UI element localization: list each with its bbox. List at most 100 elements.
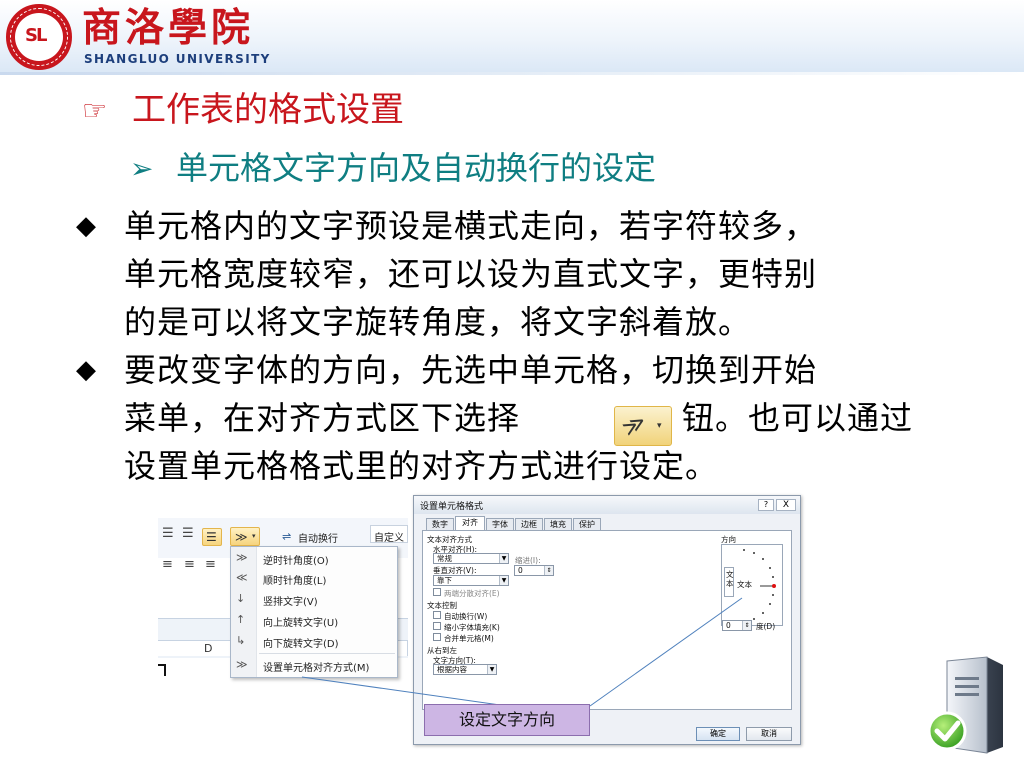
orientation-dial[interactable]: 文本 文本 [721,544,783,626]
menu-item-label: 向上旋转文字(U) [263,618,339,629]
degrees-spinner[interactable]: 0 ⇕ [722,620,752,631]
degrees-value: 0 [726,621,731,630]
vertical-value: 靠下 [437,576,452,585]
vertical-text-label: 文本 [726,570,734,588]
heading-1-text: 工作表的格式设置 [132,90,404,130]
menu-item-angle-clockwise[interactable]: ≪ 顺时针角度(L) [231,569,397,589]
tab-border[interactable]: 边框 [515,518,543,530]
text-direction-select[interactable]: 根据内容 ▼ [433,664,497,675]
menu-item-rotate-down[interactable]: ↳ 向下旋转文字(D) [231,632,397,652]
align-bottom-icon: ☰ [206,530,217,544]
heading-1: ☞ 工作表的格式设置 [82,88,404,132]
dialog-titlebar: 设置单元格格式 [414,496,800,514]
seal-mark: SL [25,25,47,46]
align-top-icon[interactable]: ☰ [162,526,174,541]
tab-protection[interactable]: 保护 [573,518,601,530]
align-left-icon[interactable]: ≡ [162,557,173,572]
menu-item-label: 顺时针角度(L) [263,576,327,587]
menu-item-label: 向下旋转文字(D) [263,639,339,650]
menu-item-label: 设置单元格对齐方式(M) [263,663,370,674]
text-orientation-icon: ≫ [235,530,248,544]
bullet-2-line-2b: 钮。也可以通过 [682,399,914,437]
university-seal-icon: SL [6,4,72,70]
menu-item-vertical-text[interactable]: ↓ 竖排文字(V) [231,590,397,610]
university-name-cn: 商洛學院 [82,5,255,51]
wrap-text-button[interactable]: 自动换行 [298,530,338,545]
university-name-en: SHANGLUO UNIVERSITY [84,52,271,66]
indent-value: 0 [518,566,523,575]
shrink-to-fit-label: 缩小字体填充(K) [444,623,500,632]
horizontal-text-label: 文本 [737,580,752,589]
horizontal-select[interactable]: 常规 ▼ [433,553,509,564]
diamond-bullet-icon: ◆ [76,211,96,241]
tab-fill[interactable]: 填充 [544,518,572,530]
tab-alignment[interactable]: 对齐 [455,516,485,531]
angle-clockwise-icon: ≪ [236,571,248,584]
menu-item-angle-counterclockwise[interactable]: ≫ 逆时针角度(O) [231,549,397,569]
help-button[interactable]: ? [758,499,774,511]
bullet-2-line-2a: 菜单，在对齐方式区下选择 [124,399,521,437]
degrees-label: 度(D) [756,622,776,631]
spinner-icon: ⇕ [544,566,553,575]
bullet-2-line-3: 设置单元格格式里的对齐方式进行设定。 [124,447,719,485]
align-center-icon[interactable]: ≡ [184,557,195,572]
header-divider [0,72,1024,75]
vertical-select[interactable]: 靠下 ▼ [433,575,509,586]
tab-font[interactable]: 字体 [486,518,514,530]
shrink-to-fit-checkbox[interactable] [433,622,441,630]
number-format-value: 自定义 [374,533,404,544]
cancel-button[interactable]: 取消 [746,727,792,741]
number-format-box[interactable]: 自定义 [370,525,408,544]
chevron-down-icon: ▾ [252,532,256,540]
set-text-direction-callout: 设定文字方向 [424,704,590,736]
wrap-text-icon: ⇌ [282,530,292,543]
cell-corner-mark [158,664,166,676]
text-control-heading: 文本控制 [427,601,457,610]
bullet-1: ◆ 单元格内的文字预设是横式走向，若字符较多， 单元格宽度较窄，还可以设为直式文… [76,202,976,352]
diamond-bullet-icon: ◆ [76,355,96,385]
seal-inner: SL [15,13,63,61]
indent-spinner[interactable]: 0 ⇕ [514,565,554,576]
menu-item-label: 竖排文字(V) [263,597,318,608]
tab-number[interactable]: 数字 [426,518,454,530]
arrow-bullet-icon: ➢ [130,151,154,185]
bullet-2: ◆ 要改变字体的方向，先选中单元格，切换到开始 菜单，在对齐方式区下选择 钮。也… [76,346,976,496]
column-d-header: D [204,642,213,655]
vertical-text-icon: ↓ [236,592,246,605]
spinner-icon: ⇕ [742,621,751,630]
merge-cells-label: 合并单元格(M) [444,634,494,643]
bullet-1-line-2: 单元格宽度较窄，还可以设为直式文字，更特别 [124,255,818,293]
horizontal-value: 常规 [437,554,452,563]
close-button[interactable]: X [776,499,796,511]
format-alignment-icon: ≫ [236,658,248,671]
menu-separator [259,653,395,654]
merge-cells-checkbox[interactable] [433,633,441,641]
dialog-title: 设置单元格格式 [420,502,484,512]
heading-2-text: 单元格文字方向及自动换行的设定 [176,149,657,187]
justify-distributed-checkbox[interactable] [433,588,441,596]
slide-header: SL 商洛學院 SHANGLUO UNIVERSITY [0,0,1024,72]
wrap-text-checkbox[interactable] [433,611,441,619]
menu-item-label: 逆时针角度(O) [263,556,329,567]
menu-item-rotate-up[interactable]: ↑ 向上旋转文字(U) [231,611,397,631]
chevron-down-icon: ▾ [657,421,662,431]
vertical-text-box[interactable]: 文本 [724,567,734,597]
angle-counterclockwise-icon: ≫ [236,551,248,564]
server-check-icon [927,656,1003,754]
align-middle-icon[interactable]: ☰ [182,526,194,541]
align-bottom-button[interactable]: ☰ [202,528,222,546]
wrap-text-label: 自动换行(W) [444,612,488,621]
heading-2: ➢ 单元格文字方向及自动换行的设定 [130,148,656,188]
ok-button[interactable]: 确定 [696,727,740,741]
orientation-button[interactable]: ≫ ▾ [230,527,260,546]
align-right-icon[interactable]: ≡ [205,557,216,572]
justify-distributed-label: 两端分散对齐(E) [444,589,500,598]
rotate-text-down-icon: ↳ [236,634,246,647]
menu-item-format-alignment[interactable]: ≫ 设置单元格对齐方式(M) [231,656,397,676]
bullet-1-line-3: 的是可以将文字旋转角度，将文字斜着放。 [124,303,752,341]
text-orientation-icon: ≫ ▾ [614,406,672,446]
rotate-text-up-icon: ↑ [236,613,246,626]
chevron-down-icon: ▼ [499,554,508,563]
chevron-down-icon: ▼ [487,665,496,674]
bullet-1-line-1: 单元格内的文字预设是横式走向，若字符较多， [124,207,818,245]
